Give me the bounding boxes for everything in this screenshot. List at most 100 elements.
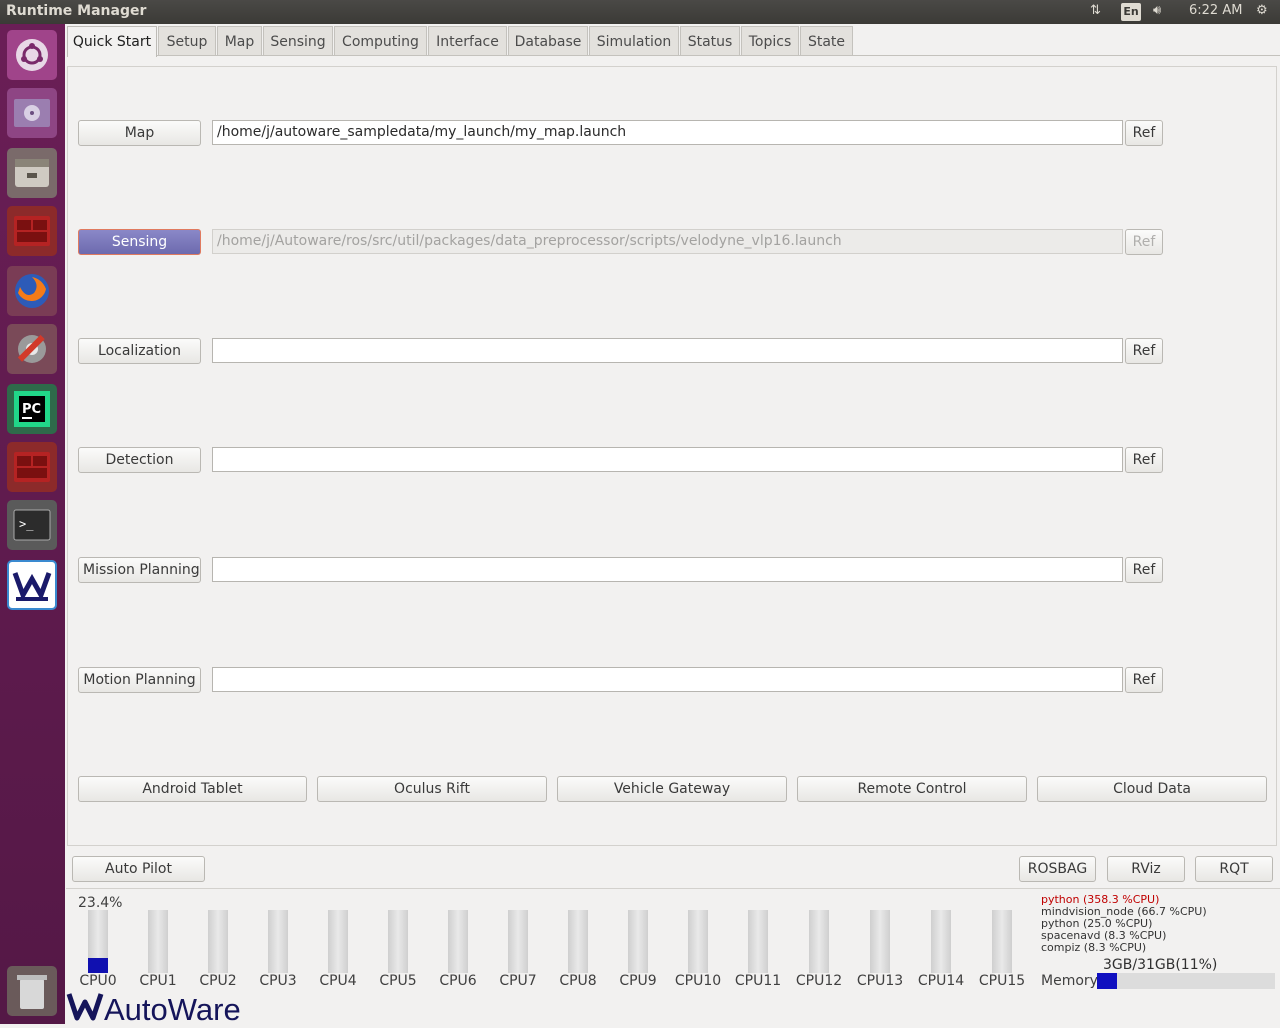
power-gear-icon[interactable]: ⚙ [1256, 3, 1268, 18]
rviz-button[interactable]: RViz [1107, 856, 1185, 882]
memory-bar [1097, 973, 1275, 989]
cpu-label: CPU6 [439, 973, 477, 989]
cpu-bar [268, 910, 288, 973]
tab-state[interactable]: State [800, 26, 853, 55]
localization-button[interactable]: Localization [78, 338, 201, 364]
map-button[interactable]: Map [78, 120, 201, 146]
tab-simulation[interactable]: Simulation [589, 26, 679, 55]
localization-launch-path-field[interactable] [212, 338, 1123, 363]
detection-launch-path-field[interactable] [212, 447, 1123, 472]
tab-computing[interactable]: Computing [334, 26, 427, 55]
sensing-launch-path-field: /home/j/Autoware/ros/src/util/packages/d… [212, 229, 1123, 254]
auto-pilot-button[interactable]: Auto Pilot [72, 856, 205, 882]
tab-status[interactable]: Status [680, 26, 740, 55]
cpu-label: CPU8 [559, 973, 597, 989]
autoware-icon[interactable] [7, 560, 57, 610]
rqt-button[interactable]: RQT [1195, 856, 1273, 882]
detection-button[interactable]: Detection [78, 447, 201, 473]
rosbag-button[interactable]: ROSBAG [1019, 856, 1096, 882]
cpu-bar [508, 910, 528, 973]
cpu-bar [809, 910, 829, 973]
clock[interactable]: 6:22 AM [1189, 3, 1242, 18]
map-ref-button[interactable]: Ref [1125, 120, 1163, 146]
cpu-label: CPU13 [856, 973, 904, 989]
sensing-ref-button: Ref [1125, 229, 1163, 255]
tab-map[interactable]: Map [217, 26, 262, 55]
cpu-label: CPU12 [795, 973, 843, 989]
cpu-label: CPU2 [199, 973, 237, 989]
cpu-bar-fill [88, 958, 108, 973]
cpu-label: CPU0 [79, 973, 117, 989]
cpu-label: CPU7 [499, 973, 537, 989]
process-item: compiz (8.3 %CPU) [1041, 941, 1147, 954]
cpu-label: CPU15 [978, 973, 1026, 989]
android-tablet-button[interactable]: Android Tablet [78, 776, 307, 802]
mission-planning-button[interactable]: Mission Planning [78, 557, 201, 583]
cpu-bar [448, 910, 468, 973]
cpu-label: CPU9 [619, 973, 657, 989]
cpu-bar [328, 910, 348, 973]
cpu-bar [88, 910, 108, 973]
ubuntu-dash-icon[interactable] [7, 30, 57, 80]
terminal-red-2-icon[interactable] [7, 442, 57, 492]
mission-planning-launch-path-field[interactable] [212, 557, 1123, 582]
cpu-label: CPU11 [734, 973, 782, 989]
tab-quick-start[interactable]: Quick Start [67, 26, 157, 57]
oculus-rift-button[interactable]: Oculus Rift [317, 776, 547, 802]
terminal-icon[interactable]: >_ [7, 500, 57, 550]
volume-icon[interactable]: 🔊︎ [1153, 3, 1161, 18]
files-icon[interactable] [7, 148, 57, 198]
cpu-bar [688, 910, 708, 973]
tab-database[interactable]: Database [508, 26, 588, 55]
cpu-label: CPU10 [674, 973, 722, 989]
launcher: PC >_ [0, 24, 65, 1024]
memory-label: Memory [1041, 973, 1098, 989]
status-divider [66, 888, 1280, 889]
memory-value: 3GB/31GB(11%) [1103, 957, 1218, 973]
cpu0-percent: 23.4% [78, 895, 123, 911]
cpu-bar [628, 910, 648, 973]
cpu-bar [992, 910, 1012, 973]
autoware-logo: AutoWare [66, 990, 256, 1027]
cpu-bar [748, 910, 768, 973]
cpu-bar [208, 910, 228, 973]
keyboard-layout-indicator[interactable]: En [1121, 3, 1141, 21]
cpu-bar [388, 910, 408, 973]
vehicle-gateway-button[interactable]: Vehicle Gateway [557, 776, 787, 802]
cpu-bar [870, 910, 890, 973]
trash-icon[interactable] [7, 966, 57, 1016]
cpu-label: CPU3 [259, 973, 297, 989]
cpu-bar [568, 910, 588, 973]
motion-planning-launch-path-field[interactable] [212, 667, 1123, 692]
localization-ref-button[interactable]: Ref [1125, 338, 1163, 364]
cpu-bar [148, 910, 168, 973]
sensing-button[interactable]: Sensing [78, 229, 201, 255]
window-title: Runtime Manager [6, 3, 147, 19]
motion-planning-button[interactable]: Motion Planning [78, 667, 201, 693]
detection-ref-button[interactable]: Ref [1125, 447, 1163, 473]
svg-text:AutoWare: AutoWare [104, 992, 241, 1024]
tab-interface[interactable]: Interface [428, 26, 507, 55]
cpu-label: CPU4 [319, 973, 357, 989]
map-launch-path-field[interactable]: /home/j/autoware_sampledata/my_launch/my… [212, 120, 1123, 145]
cpu-label: CPU5 [379, 973, 417, 989]
cloud-data-button[interactable]: Cloud Data [1037, 776, 1267, 802]
svg-text:>_: >_ [19, 517, 34, 531]
memory-bar-fill [1097, 973, 1117, 989]
firefox-icon[interactable] [7, 266, 57, 316]
tab-setup[interactable]: Setup [158, 26, 216, 55]
network-icon[interactable]: ⇅ [1090, 3, 1101, 18]
terminal-red-icon[interactable] [7, 206, 57, 256]
dvd-icon[interactable] [7, 88, 57, 138]
pycharm-icon[interactable]: PC [7, 384, 57, 434]
system-settings-icon[interactable] [7, 324, 57, 374]
svg-text:PC: PC [22, 402, 41, 417]
top-panel: Runtime Manager ⇅ En 🔊︎ 6:22 AM ⚙ [0, 0, 1280, 24]
tab-topics[interactable]: Topics [741, 26, 799, 55]
process-list: python (358.3 %CPU) mindvision_node (66.… [1041, 894, 1207, 954]
remote-control-button[interactable]: Remote Control [797, 776, 1027, 802]
motion-planning-ref-button[interactable]: Ref [1125, 667, 1163, 693]
mission-planning-ref-button[interactable]: Ref [1125, 557, 1163, 583]
tab-sensing[interactable]: Sensing [263, 26, 333, 55]
cpu-bar [931, 910, 951, 973]
